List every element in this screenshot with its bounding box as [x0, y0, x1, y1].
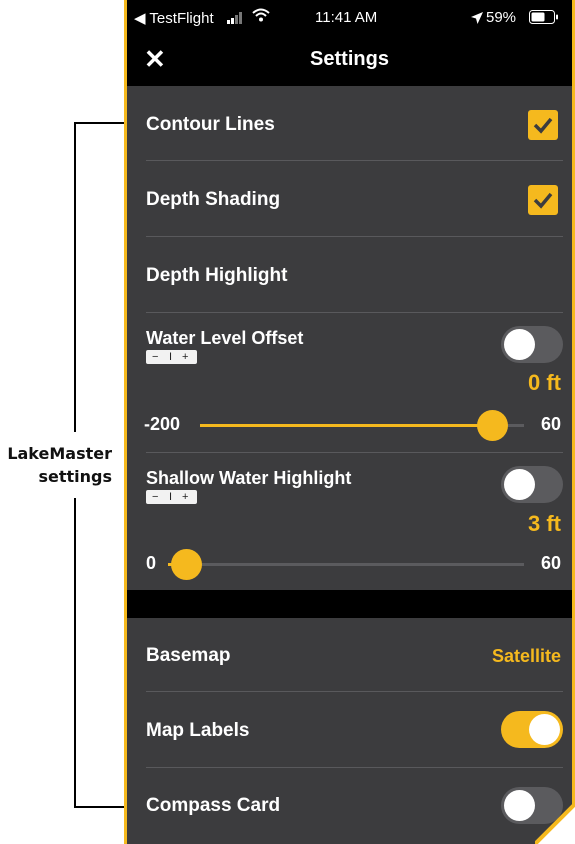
separator: [146, 160, 563, 161]
annotation-line-1: LakeMaster: [7, 444, 112, 463]
separator: [146, 236, 563, 237]
separator: [146, 691, 563, 692]
annotation-bracket-bottom: [74, 806, 128, 808]
water-level-offset-label: Water Level Offset: [146, 328, 304, 348]
map-labels-label: Map Labels: [146, 720, 250, 741]
compass-card-label: Compass Card: [146, 795, 281, 816]
shallow-water-highlight-slider[interactable]: [168, 549, 524, 580]
water-level-offset-max: 60: [540, 414, 561, 434]
stepper-minus[interactable]: −: [152, 490, 158, 504]
shallow-water-highlight-max: 60: [540, 553, 561, 573]
annotation-line-2: settings: [38, 467, 112, 486]
nav-bar: ✕ Settings: [124, 34, 575, 86]
map-labels-toggle[interactable]: [501, 711, 563, 748]
status-time: 11:41 AM: [315, 9, 378, 26]
toggle-knob: [529, 714, 560, 745]
slider-thumb[interactable]: [476, 410, 508, 441]
page-title: Settings: [310, 48, 389, 70]
device-corner-edge: [535, 804, 575, 844]
separator: [146, 312, 563, 313]
basemap-label[interactable]: Basemap: [146, 645, 231, 667]
stepper-minus[interactable]: −: [152, 350, 158, 364]
slider-fill: [200, 424, 492, 427]
status-battery-percent: 59%: [486, 9, 517, 26]
annotation-bracket-vertical-lower: [74, 498, 76, 806]
annotation-bracket-top: [74, 122, 128, 124]
depth-shading-checkbox[interactable]: [528, 185, 558, 215]
water-level-offset-value: 0 ft: [528, 370, 561, 395]
stepper-plus[interactable]: +: [182, 490, 188, 504]
stepper-divider: I: [169, 351, 173, 363]
checkmark-icon: [533, 192, 553, 209]
shallow-water-highlight-label: Shallow Water Highlight: [146, 468, 352, 488]
water-level-offset-toggle[interactable]: [501, 326, 563, 363]
contour-lines-checkbox[interactable]: [528, 110, 558, 140]
water-level-offset-slider[interactable]: [200, 410, 524, 441]
toggle-knob: [504, 469, 535, 500]
toggle-knob: [504, 790, 535, 821]
wifi-icon: [252, 8, 270, 26]
slider-thumb[interactable]: [170, 549, 202, 580]
shallow-water-highlight-value: 3 ft: [528, 511, 561, 536]
toggle-knob: [504, 329, 535, 360]
annotation-label: LakeMaster settings: [7, 442, 112, 488]
stepper-plus[interactable]: +: [182, 350, 188, 364]
shallow-water-highlight-toggle[interactable]: [501, 466, 563, 503]
depth-highlight-item[interactable]: Depth Highlight: [146, 265, 287, 287]
shallow-water-highlight-stepper[interactable]: − I +: [146, 490, 197, 504]
water-level-offset-stepper[interactable]: − I +: [146, 350, 197, 364]
stepper-divider: I: [169, 491, 173, 503]
section-divider: [124, 590, 575, 618]
device-edge-left: [124, 0, 127, 844]
battery-icon: [529, 10, 559, 28]
phone-screen: ◀ TestFlight 11:41 AM 59% ✕ Settings Con…: [124, 0, 575, 844]
separator: [146, 767, 563, 768]
annotation-bracket-vertical-upper: [74, 122, 76, 432]
shallow-water-highlight-min: 0: [146, 553, 157, 573]
location-arrow-icon: [471, 11, 483, 28]
contour-lines-label: Contour Lines: [146, 114, 275, 135]
basemap-value[interactable]: Satellite: [492, 646, 561, 667]
status-bar: ◀ TestFlight 11:41 AM 59%: [124, 0, 575, 34]
checkmark-icon: [533, 117, 553, 134]
depth-shading-label: Depth Shading: [146, 189, 281, 210]
status-carrier: ◀ TestFlight: [134, 10, 214, 27]
signal-icon: [227, 11, 253, 24]
separator: [146, 452, 563, 453]
water-level-offset-min: -200: [144, 414, 181, 434]
